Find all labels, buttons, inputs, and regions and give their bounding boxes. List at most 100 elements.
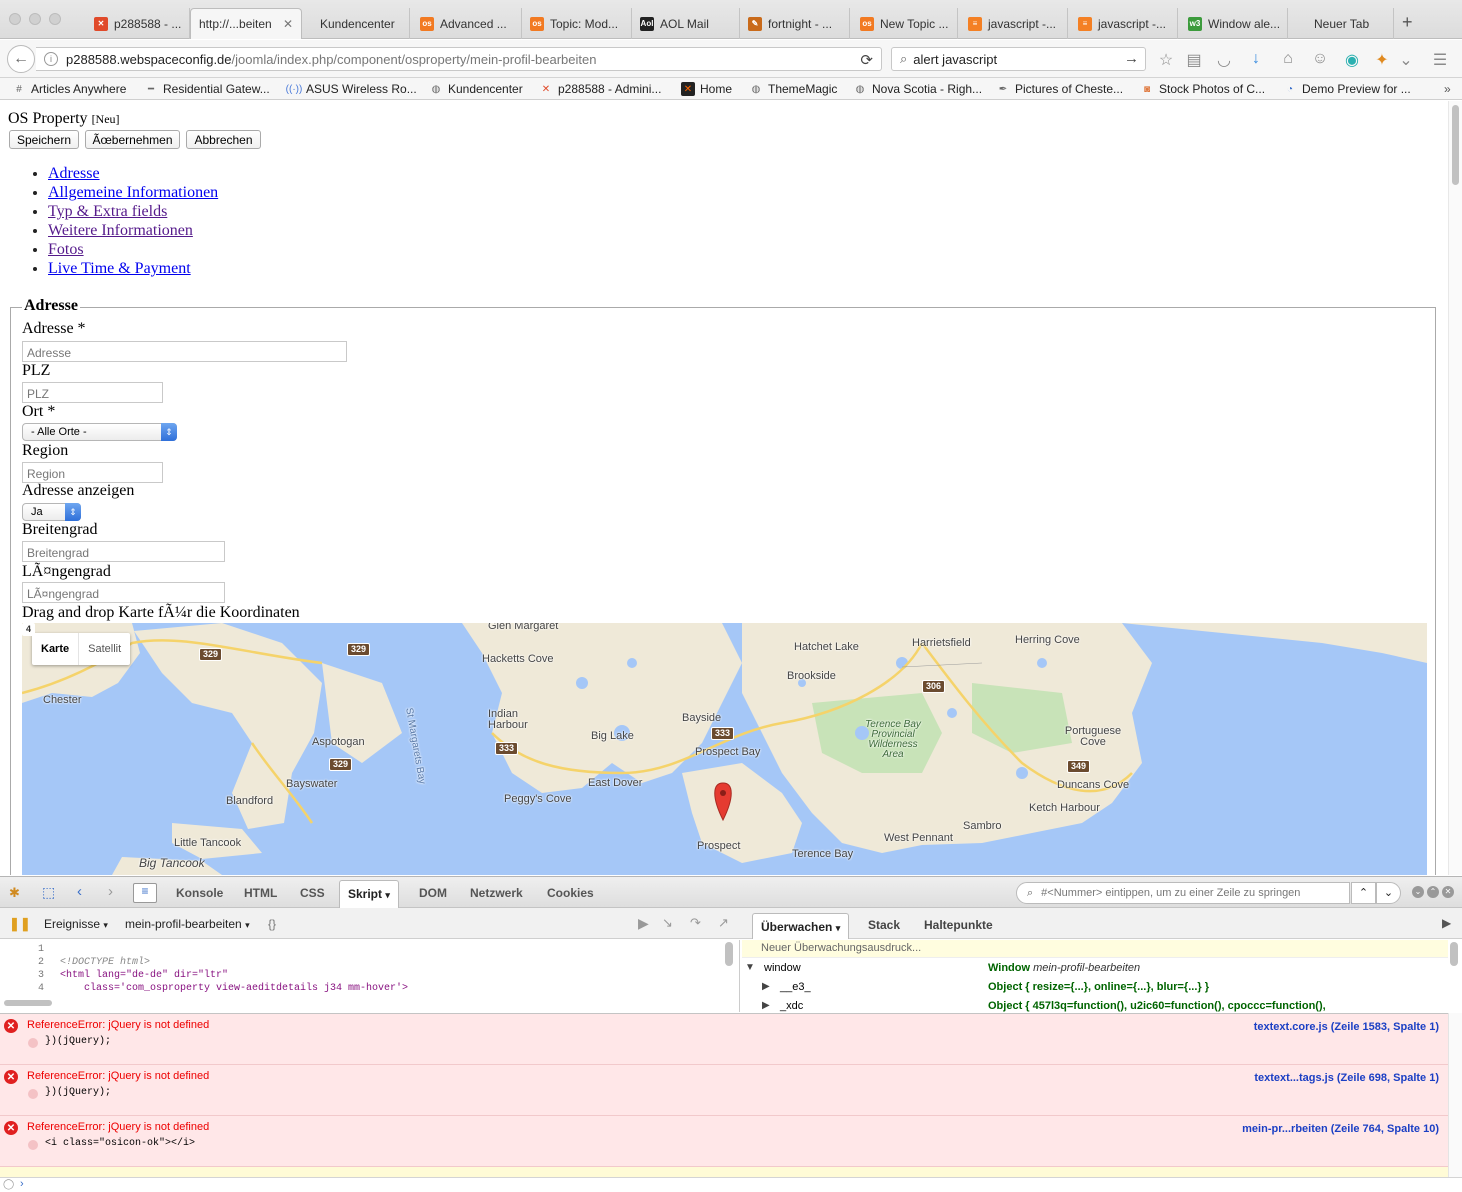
bookmark-item[interactable]: ━ Residential Gatew... bbox=[144, 80, 270, 98]
firebug-tab-html[interactable]: HTML bbox=[244, 886, 277, 900]
hamburger-menu-icon[interactable]: ☰ bbox=[1430, 50, 1450, 70]
city-select[interactable]: - Alle Orte - ⇕ bbox=[22, 423, 177, 441]
console-vscroll[interactable] bbox=[1448, 1013, 1462, 1178]
map-type-satellite-button[interactable]: Satellit bbox=[78, 633, 130, 665]
tab-6[interactable]: ✎ fortnight - ... bbox=[740, 8, 850, 39]
tab-4[interactable]: os Topic: Mod... bbox=[522, 8, 632, 39]
tab-1-active[interactable]: http://...beiten ✕ bbox=[190, 8, 302, 39]
tab-11[interactable]: Neuer Tab bbox=[1290, 8, 1394, 39]
tab-0[interactable]: ✕ p288588 - ... bbox=[86, 8, 190, 39]
goto-line-input[interactable]: ⌕ #<Nummer> eintippen, um zu einer Zeile… bbox=[1016, 882, 1350, 904]
tab-3[interactable]: os Advanced ... bbox=[412, 8, 522, 39]
resume-play-icon[interactable]: ▶ bbox=[638, 915, 649, 932]
find-prev-icon[interactable]: ⌃ bbox=[1351, 882, 1376, 904]
find-next-icon[interactable]: ⌄ bbox=[1376, 882, 1401, 904]
apply-button[interactable]: Ãœbernehmen bbox=[85, 130, 180, 149]
section-link-more-info[interactable]: Weitere Informationen bbox=[48, 222, 193, 239]
download-arrow-icon[interactable]: ↓ bbox=[1246, 50, 1266, 68]
bookmark-item[interactable]: ◍ ThemeMagic bbox=[749, 80, 838, 98]
side-panel-arrow-icon[interactable]: ▶ bbox=[1442, 916, 1451, 930]
breakpoint-dot-icon[interactable] bbox=[28, 1038, 38, 1048]
longitude-input[interactable]: LÃ¤ngengrad bbox=[22, 582, 225, 603]
search-go-arrow-icon[interactable]: → bbox=[1124, 50, 1139, 67]
bookmark-item[interactable]: ((·)) ASUS Wireless Ro... bbox=[286, 80, 417, 98]
bookmark-item[interactable]: ◍ Kundencenter bbox=[429, 80, 523, 98]
watch-row[interactable]: ▼ window Window mein-profil-bearbeiten bbox=[742, 959, 1448, 978]
scrollbar-thumb[interactable] bbox=[1452, 105, 1459, 185]
step-out-icon[interactable]: ↗ bbox=[718, 915, 729, 931]
section-link-adresse[interactable]: Adresse bbox=[48, 165, 100, 182]
collapsed-triangle-icon[interactable]: ▶ bbox=[762, 1000, 770, 1011]
window-minimize-button[interactable] bbox=[29, 13, 41, 25]
firebug-tab-konsole[interactable]: Konsole bbox=[176, 886, 223, 900]
pretty-print-icon[interactable]: {} bbox=[268, 917, 276, 931]
page-vertical-scrollbar[interactable] bbox=[1448, 101, 1462, 875]
bookmarks-overflow-icon[interactable]: » bbox=[1444, 80, 1451, 98]
new-tab-plus-icon[interactable]: + bbox=[1402, 12, 1413, 33]
addon-badge-icon[interactable]: ✦ bbox=[1372, 50, 1392, 70]
location-map[interactable]: Karte Satellit Glen Margaret Hacketts Co… bbox=[22, 623, 1427, 875]
error-entry[interactable]: ✕ ReferenceError: jQuery is not defined … bbox=[0, 1116, 1448, 1167]
error-entry[interactable]: ✕ ReferenceError: jQuery is not defined … bbox=[0, 1065, 1448, 1116]
new-watch-expression[interactable]: Neuer Überwachungsausdruck... bbox=[742, 940, 1448, 958]
section-link-payment[interactable]: Live Time & Payment bbox=[48, 260, 191, 277]
tab-9[interactable]: ≡ javascript -... bbox=[1070, 8, 1178, 39]
show-address-select[interactable]: Ja ⇕ bbox=[22, 503, 81, 521]
line-number[interactable]: 2 bbox=[0, 957, 48, 968]
file-dropdown[interactable]: mein-profil-bearbeiten ▾ bbox=[125, 917, 250, 931]
url-bar[interactable]: i p288588.webspaceconfig.de/joomla/index… bbox=[36, 47, 882, 71]
region-input[interactable]: Region bbox=[22, 462, 163, 483]
error-location-link[interactable]: mein-pr...rbeiten (Zeile 764, Spalte 10) bbox=[1242, 1123, 1439, 1135]
tab-2[interactable]: Kundencenter bbox=[302, 8, 410, 39]
error-location-link[interactable]: textext...tags.js (Zeile 698, Spalte 1) bbox=[1254, 1072, 1439, 1084]
section-link-type[interactable]: Typ & Extra fields bbox=[48, 203, 167, 220]
bookmark-item[interactable]: ◙ Stock Photos of C... bbox=[1140, 80, 1265, 98]
firebug-tab-cookies[interactable]: Cookies bbox=[547, 886, 594, 900]
section-link-photos[interactable]: Fotos bbox=[48, 241, 84, 258]
back-chevron-icon[interactable]: ‹ bbox=[77, 883, 82, 900]
firebug-tab-css[interactable]: CSS bbox=[300, 886, 325, 900]
save-button[interactable]: Speichern bbox=[9, 130, 79, 149]
bookmark-item[interactable]: ✕ Home bbox=[681, 80, 732, 98]
smiley-icon[interactable]: ☺ bbox=[1310, 50, 1330, 68]
reading-list-icon[interactable]: ▤ bbox=[1184, 50, 1204, 70]
source-hscroll-thumb[interactable] bbox=[4, 1000, 52, 1006]
address-input[interactable]: Adresse bbox=[22, 341, 347, 362]
back-arrow-icon[interactable]: ← bbox=[7, 45, 35, 73]
section-link-general[interactable]: Allgemeine Informationen bbox=[48, 184, 218, 201]
tab-close-icon[interactable]: ✕ bbox=[283, 17, 293, 31]
command-line[interactable]: ◯ › bbox=[0, 1177, 1462, 1192]
step-over-icon[interactable]: ↷ bbox=[690, 915, 701, 931]
firebug-tab-netzwerk[interactable]: Netzwerk bbox=[470, 886, 523, 900]
bookmark-item[interactable]: # Articles Anywhere bbox=[12, 80, 126, 98]
firebug-tab-dom[interactable]: DOM bbox=[419, 886, 447, 900]
window-zoom-button[interactable] bbox=[49, 13, 61, 25]
bookmark-star-icon[interactable]: ☆ bbox=[1156, 50, 1176, 70]
bookmark-item[interactable]: ✕ p288588 - Admini... bbox=[539, 80, 662, 98]
error-entry[interactable]: ✕ ReferenceError: jQuery is not defined … bbox=[0, 1014, 1448, 1065]
latitude-input[interactable]: Breitengrad bbox=[22, 541, 225, 562]
map-type-karte-button[interactable]: Karte bbox=[32, 633, 78, 665]
reload-icon[interactable]: ⟳ bbox=[860, 51, 873, 69]
dropdown-chevron-icon[interactable]: ⌄ bbox=[1396, 50, 1416, 70]
breakpoint-dot-icon[interactable] bbox=[28, 1140, 38, 1150]
home-icon[interactable]: ⌂ bbox=[1278, 50, 1298, 68]
expanded-triangle-icon[interactable]: ▼ bbox=[745, 962, 755, 973]
bookmark-item[interactable]: ✒ Pictures of Cheste... bbox=[996, 80, 1123, 98]
watch-row[interactable]: ▶ __e3_ Object { resize={...}, online={.… bbox=[742, 978, 1448, 997]
collapsed-triangle-icon[interactable]: ▶ bbox=[762, 981, 770, 992]
bookmark-item[interactable]: ◔ Demo Preview for ... bbox=[1283, 80, 1411, 98]
tab-8[interactable]: ≡ javascript -... bbox=[960, 8, 1068, 39]
pause-icon[interactable]: ❚❚ bbox=[9, 916, 31, 932]
bookmark-item[interactable]: ◍ Nova Scotia - Righ... bbox=[853, 80, 982, 98]
detach-panel-icon[interactable]: ⌃ bbox=[1427, 886, 1439, 898]
breakpoints-tab[interactable]: Haltepunkte bbox=[924, 918, 993, 932]
tab-5[interactable]: Aol AOL Mail bbox=[632, 8, 740, 39]
zip-input[interactable]: PLZ bbox=[22, 382, 163, 403]
line-number[interactable]: 4 bbox=[0, 983, 48, 994]
tab-10[interactable]: w3 Window ale... bbox=[1180, 8, 1288, 39]
close-panel-icon[interactable]: ✕ bbox=[1442, 886, 1454, 898]
command-editor-icon[interactable]: ≡ bbox=[133, 883, 157, 903]
source-vscroll-thumb[interactable] bbox=[725, 942, 733, 966]
minimize-panel-icon[interactable]: ⌄ bbox=[1412, 886, 1424, 898]
